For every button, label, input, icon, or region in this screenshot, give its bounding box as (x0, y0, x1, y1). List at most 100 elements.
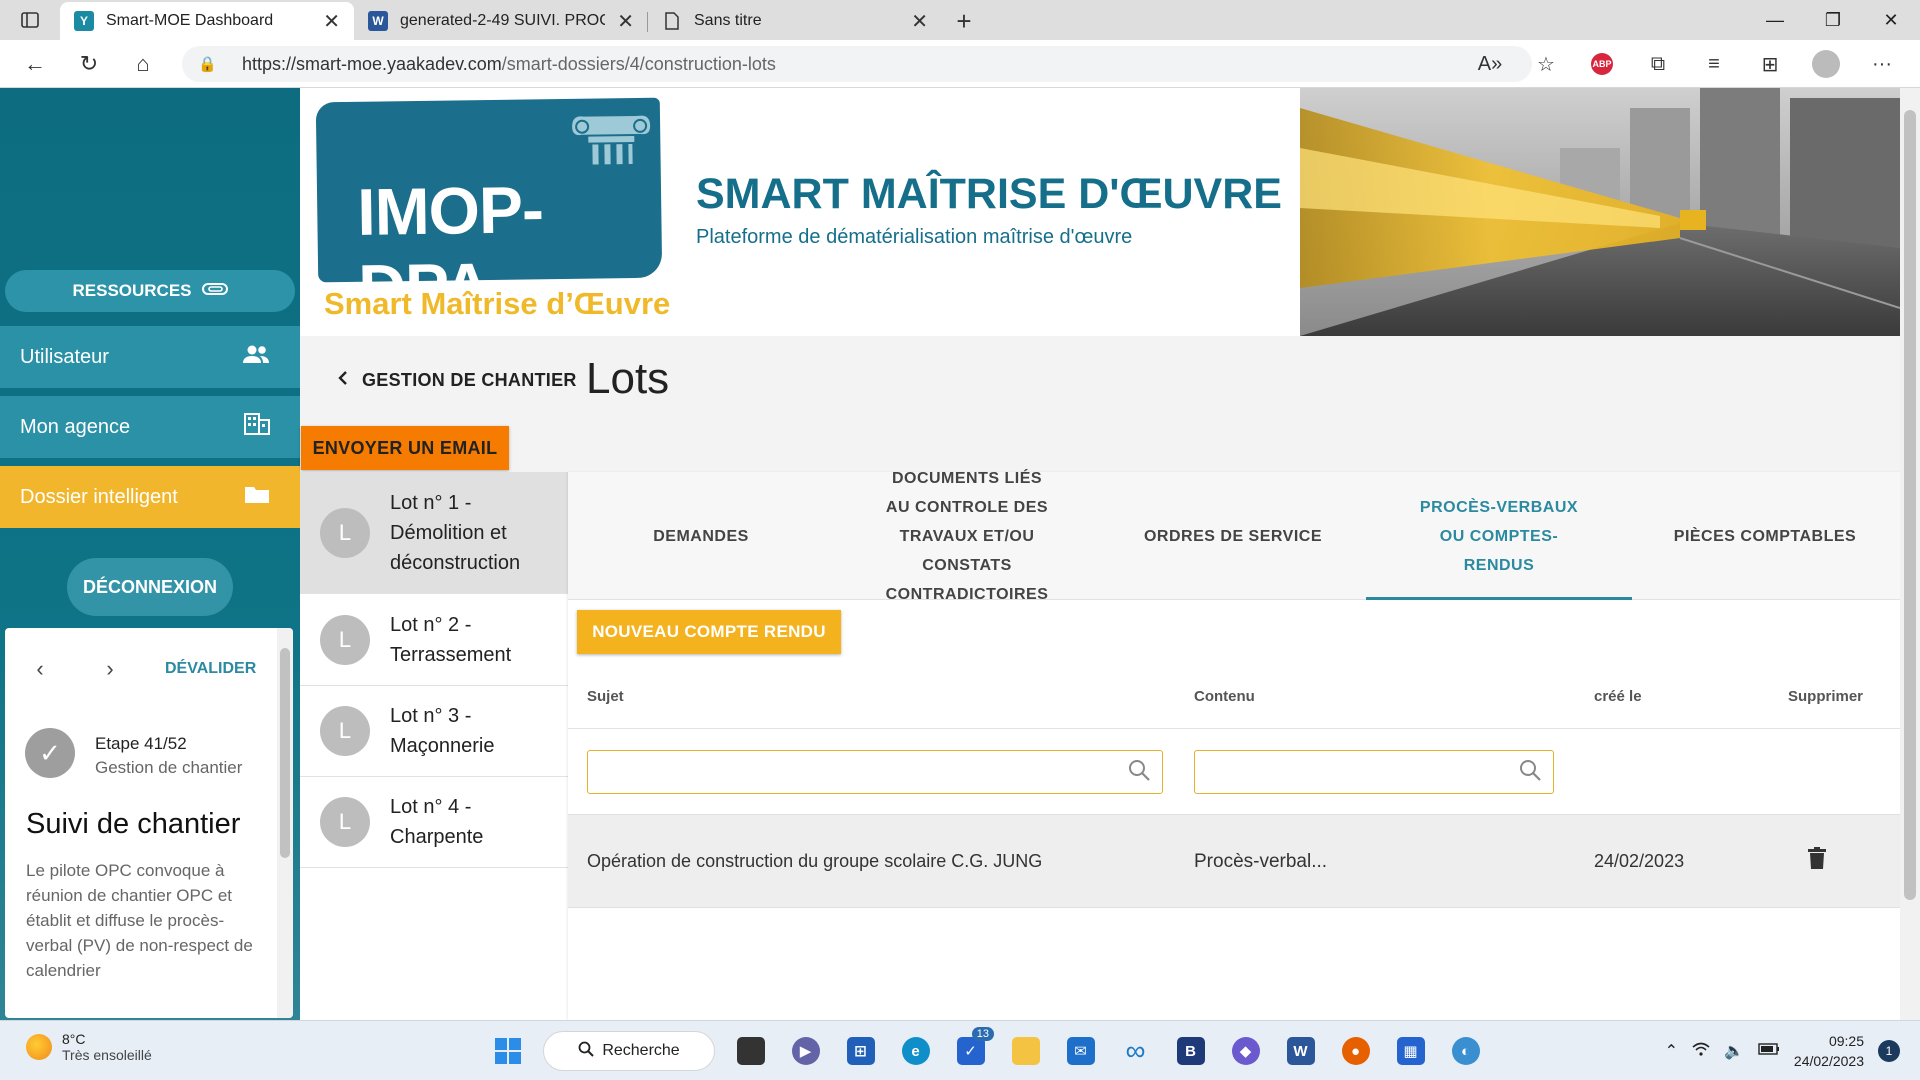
taskbar-apps: Recherche ▶ ⊞ e ✓ 13 ✉ ∞ B ◆ W ● ▦ ◐ (480, 1021, 1493, 1080)
browser-tab-sans-titre[interactable]: Sans titre ✕ (648, 2, 942, 40)
lot-name: Lot n° 4 - Charpente (390, 796, 484, 848)
mail-icon[interactable]: ✉ (1053, 1021, 1108, 1080)
ressources-label: RESSOURCES (72, 281, 192, 300)
word-icon[interactable]: W (1273, 1021, 1328, 1080)
close-tab-icon[interactable]: ✕ (911, 9, 928, 34)
chevron-left-icon[interactable]: ‹ (5, 656, 75, 682)
lot-name: Lot n° 3 - Maçonnerie (390, 705, 495, 757)
adblock-icon[interactable]: ABP (1591, 53, 1613, 75)
b-app-icon[interactable]: B (1163, 1021, 1218, 1080)
firefox-icon[interactable]: ● (1328, 1021, 1383, 1080)
volume-icon[interactable]: 🔈 (1724, 1041, 1744, 1061)
word-favicon-icon: W (368, 11, 388, 31)
support-app-icon[interactable]: ◐ (1438, 1021, 1493, 1080)
restore-icon[interactable]: ❐ (1804, 0, 1862, 40)
check-icon: ✓ (25, 728, 75, 778)
store-icon[interactable]: ⊞ (833, 1021, 888, 1080)
task-view-icon[interactable] (723, 1021, 778, 1080)
notification-badge[interactable]: 1 (1878, 1040, 1900, 1062)
close-tab-icon[interactable]: ✕ (323, 9, 340, 34)
chevron-right-icon[interactable]: › (75, 656, 145, 682)
sidebar-item-mon-agence[interactable]: Mon agence (0, 396, 300, 458)
extensions-icon[interactable]: ⧉ (1630, 53, 1686, 76)
minimize-icon[interactable]: — (1746, 0, 1804, 40)
collections-icon[interactable]: ⊞ (1742, 52, 1798, 77)
sun-icon (26, 1034, 52, 1060)
tab-proces-verbaux[interactable]: PROCÈS-VERBAUX OU COMPTES-RENDUS (1366, 472, 1632, 600)
list-item-lot-4[interactable]: L Lot n° 4 - Charpente (300, 777, 568, 868)
cell-sujet: Opération de construction du groupe scol… (587, 851, 1043, 871)
more-icon[interactable]: ··· (1854, 53, 1910, 76)
read-aloud-icon[interactable]: A» (1462, 53, 1518, 76)
lots-list: L Lot n° 1 - Démolition et déconstructio… (300, 472, 568, 1020)
copilot-icon[interactable]: ◆ (1218, 1021, 1273, 1080)
new-compte-rendu-button[interactable]: NOUVEAU COMPTE RENDU (577, 610, 841, 654)
browser-tab-bar: Y Smart-MOE Dashboard ✕ W generated-2-49… (0, 0, 1920, 40)
back-to-gestion-de-chantier[interactable]: GESTION DE CHANTIER (338, 370, 577, 391)
tab-pieces-comptables[interactable]: PIÈCES COMPTABLES (1632, 472, 1898, 600)
infinity-app-icon[interactable]: ∞ (1108, 1021, 1163, 1080)
windows-start-icon[interactable] (480, 1021, 535, 1080)
taskbar-search[interactable]: Recherche (543, 1031, 715, 1071)
ressources-button[interactable]: RESSOURCES (5, 270, 295, 312)
search-icon (1128, 759, 1150, 787)
sidebar-item-dossier-intelligent[interactable]: Dossier intelligent (0, 466, 300, 528)
column-header-cree-le[interactable]: créé le (1594, 688, 1642, 705)
back-arrow-icon[interactable]: ← (8, 40, 62, 88)
refresh-icon[interactable]: ↻ (62, 40, 116, 88)
column-header-sujet[interactable]: Sujet (587, 688, 624, 705)
search-label: Recherche (602, 1042, 680, 1059)
users-icon (242, 344, 270, 370)
tab-actions-icon[interactable] (0, 0, 60, 40)
column-header-supprimer: Supprimer (1788, 688, 1864, 705)
page-title: Lots (586, 354, 670, 403)
logo-subtitle: Smart Maîtrise d’Œuvre (324, 286, 671, 321)
tab-ordres-de-service[interactable]: ORDRES DE SERVICE (1100, 472, 1366, 600)
list-item-lot-2[interactable]: L Lot n° 2 - Terrassement (300, 594, 568, 686)
folder-icon (244, 484, 270, 510)
lot-avatar: L (320, 797, 370, 847)
page-scrollbar[interactable] (1900, 88, 1920, 1020)
favorites-icon[interactable]: ≡ (1686, 53, 1742, 76)
close-window-icon[interactable]: ✕ (1862, 0, 1920, 40)
contenu-filter-input[interactable] (1194, 750, 1554, 794)
edge-icon[interactable]: e (888, 1021, 943, 1080)
table-row[interactable]: Opération de construction du groupe scol… (568, 814, 1900, 908)
brand-subtitle: Plateforme de dématérialisation maîtrise… (696, 226, 1133, 248)
chevron-up-icon[interactable]: ⌃ (1665, 1041, 1678, 1061)
browser-tab-word[interactable]: W generated-2-49 SUIVI. PROCES-V ✕ (354, 2, 648, 40)
calendar-icon[interactable]: ▦ (1383, 1021, 1438, 1080)
trash-icon[interactable] (1808, 847, 1826, 876)
list-item-lot-3[interactable]: L Lot n° 3 - Maçonnerie (300, 686, 568, 777)
sidebar-item-utilisateur[interactable]: Utilisateur (0, 326, 300, 388)
step-scrollbar[interactable] (277, 628, 293, 1018)
devalider-button[interactable]: DÉVALIDER (165, 660, 256, 678)
todo-icon[interactable]: ✓ 13 (943, 1021, 998, 1080)
browser-tab-dashboard[interactable]: Y Smart-MOE Dashboard ✕ (60, 2, 354, 40)
profile-avatar[interactable] (1812, 50, 1840, 78)
teams-chat-icon[interactable]: ▶ (778, 1021, 833, 1080)
battery-icon[interactable] (1758, 1042, 1780, 1060)
wifi-icon[interactable] (1692, 1042, 1710, 1061)
sujet-filter-input[interactable] (587, 750, 1163, 794)
logout-button[interactable]: DÉCONNEXION (67, 558, 233, 616)
sidebar-item-label: Mon agence (20, 415, 131, 438)
scrollbar-thumb[interactable] (280, 648, 290, 858)
new-tab-button[interactable]: + (942, 2, 986, 40)
clock[interactable]: 09:25 24/02/2023 (1794, 1031, 1864, 1071)
tab-demandes[interactable]: DEMANDES (568, 472, 834, 600)
lock-icon: 🔒 (198, 56, 217, 73)
file-explorer-icon[interactable] (998, 1021, 1053, 1080)
column-header-contenu[interactable]: Contenu (1194, 688, 1255, 705)
close-tab-icon[interactable]: ✕ (617, 9, 634, 34)
clock-date: 24/02/2023 (1793, 1053, 1864, 1069)
list-item-lot-1[interactable]: L Lot n° 1 - Démolition et déconstructio… (300, 472, 568, 594)
weather-widget[interactable]: 8°C Très ensoleillé (26, 1031, 152, 1063)
scrollbar-thumb[interactable] (1904, 110, 1916, 900)
add-favorite-icon[interactable]: ☆ (1518, 52, 1574, 77)
brand-title: SMART MAÎTRISE D'ŒUVRE (696, 170, 1282, 218)
send-email-button[interactable]: ENVOYER UN EMAIL (301, 426, 509, 470)
url-field[interactable]: 🔒 https://smart-moe.yaakadev.com/smart-d… (182, 46, 1532, 82)
tab-documents-controle[interactable]: DOCUMENTS LIÉS AU CONTROLE DES TRAVAUX E… (834, 470, 1100, 603)
home-icon[interactable]: ⌂ (116, 40, 170, 88)
